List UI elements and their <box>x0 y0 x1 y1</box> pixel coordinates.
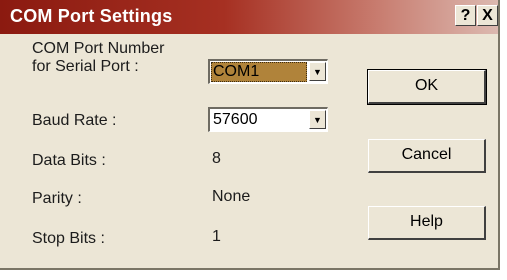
com-port-select[interactable]: COM1 ▼ <box>208 59 328 84</box>
com-port-label: COM Port Number for Serial Port : <box>32 40 164 76</box>
cancel-button[interactable]: Cancel <box>368 139 486 173</box>
chevron-down-icon[interactable]: ▼ <box>309 62 326 81</box>
baud-rate-value: 57600 <box>213 111 258 128</box>
close-icon[interactable]: X <box>477 5 498 26</box>
com-port-label-line1: COM Port Number <box>32 40 165 57</box>
com-port-settings-dialog: COM Port Settings ? X COM Port Number fo… <box>0 0 500 270</box>
parity-label: Parity : <box>32 190 82 207</box>
data-bits-value: 8 <box>212 150 221 167</box>
help-button[interactable]: Help <box>368 206 486 240</box>
stop-bits-value: 1 <box>212 228 221 245</box>
window-title: COM Port Settings <box>10 6 173 26</box>
title-bar[interactable]: COM Port Settings ? X <box>0 0 498 34</box>
ok-button[interactable]: OK <box>367 69 487 105</box>
data-bits-label: Data Bits : <box>32 152 106 169</box>
chevron-down-icon[interactable]: ▼ <box>309 110 326 129</box>
baud-rate-select[interactable]: 57600 ▼ <box>208 107 328 132</box>
baud-rate-label: Baud Rate : <box>32 112 117 129</box>
parity-value: None <box>212 188 251 205</box>
help-icon[interactable]: ? <box>455 5 476 26</box>
com-port-value: COM1 <box>213 63 260 80</box>
com-port-label-line2: for Serial Port : <box>32 58 139 75</box>
stop-bits-label: Stop Bits : <box>32 230 105 247</box>
